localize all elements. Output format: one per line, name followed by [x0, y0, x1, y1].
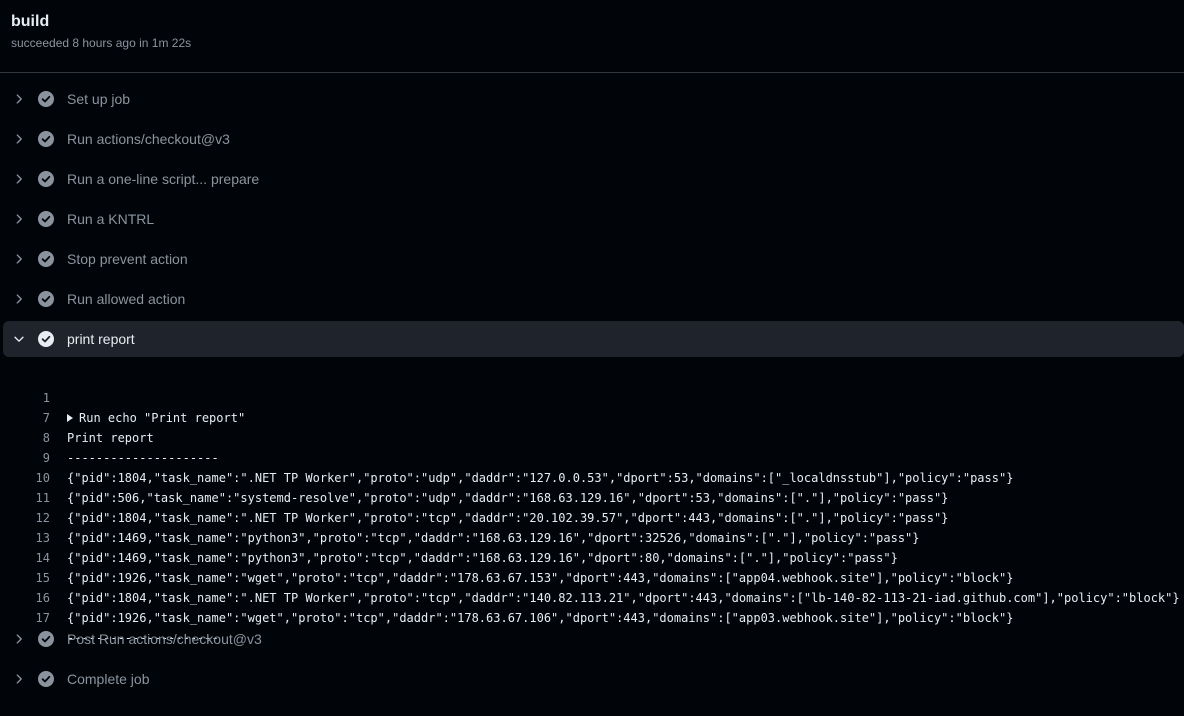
step-run-allowed-action[interactable]: Run allowed action: [3, 281, 1184, 317]
job-title: build: [11, 13, 50, 30]
step-run-kntrl[interactable]: Run a KNTRL: [3, 201, 1184, 237]
log-line: 7 Print report: [0, 388, 1184, 445]
check-circle-icon: [38, 291, 54, 307]
step-label: print report: [67, 331, 135, 347]
check-circle-icon: [38, 171, 54, 187]
check-circle-icon: [38, 91, 54, 107]
step-label: Run a KNTRL: [67, 211, 155, 227]
check-circle-icon: [38, 331, 54, 347]
step-label: Stop prevent action: [67, 251, 188, 267]
step-label: Run actions/checkout@v3: [67, 131, 230, 147]
check-circle-icon: [38, 211, 54, 227]
step-complete-job[interactable]: Complete job: [3, 661, 1184, 697]
step-post-run-checkout[interactable]: Post Run actions/checkout@v3: [3, 621, 1184, 657]
chevron-right-icon: [16, 674, 22, 684]
step-print-report[interactable]: print report: [3, 321, 1184, 357]
check-circle-icon: [38, 671, 54, 687]
chevron-right-icon: [16, 134, 22, 144]
check-circle-icon: [38, 251, 54, 267]
log-line: 8 ---------------------: [0, 408, 1184, 465]
log-output: 1 Run echo "Print report" 7 Print report…: [0, 368, 1184, 645]
step-label: Complete job: [67, 671, 150, 687]
log-line: 12 {"pid":1469,"task_name":"python3","pr…: [0, 488, 1184, 545]
log-line: 17 ---------------------: [0, 588, 1184, 645]
check-circle-icon: [38, 131, 54, 147]
step-set-up-job[interactable]: Set up job: [3, 81, 1184, 117]
job-header: build succeeded 8 hours ago in 1m 22s: [0, 0, 1184, 73]
job-status-meta: succeeded 8 hours ago in 1m 22s: [11, 36, 192, 50]
log-line: 10 {"pid":506,"task_name":"systemd-resol…: [0, 448, 1184, 505]
chevron-right-icon: [16, 94, 22, 104]
step-label: Set up job: [67, 91, 131, 107]
log-line: 9 {"pid":1804,"task_name":".NET TP Worke…: [0, 428, 1184, 485]
log-line: 13 {"pid":1469,"task_name":"python3","pr…: [0, 508, 1184, 565]
step-label: Run allowed action: [67, 291, 186, 307]
log-line: 16 {"pid":1926,"task_name":"wget","proto…: [0, 568, 1184, 625]
step-label: Run a one-line script... prepare: [67, 171, 260, 187]
chevron-right-icon: [16, 634, 22, 644]
log-line[interactable]: 1 Run echo "Print report": [0, 368, 1184, 425]
chevron-right-icon: [16, 174, 22, 184]
chevron-down-icon: [14, 336, 24, 342]
chevron-right-icon: [16, 254, 22, 264]
chevron-right-icon: [16, 214, 22, 224]
log-line: 11 {"pid":1804,"task_name":".NET TP Work…: [0, 468, 1184, 525]
log-line: 15 {"pid":1804,"task_name":".NET TP Work…: [0, 548, 1184, 605]
step-run-prepare[interactable]: Run a one-line script... prepare: [3, 161, 1184, 197]
chevron-right-icon: [16, 294, 22, 304]
log-line: 14 {"pid":1926,"task_name":"wget","proto…: [0, 528, 1184, 585]
step-run-checkout[interactable]: Run actions/checkout@v3: [3, 121, 1184, 157]
step-label: Post Run actions/checkout@v3: [67, 631, 262, 647]
check-circle-icon: [38, 631, 54, 647]
step-stop-prevent-action[interactable]: Stop prevent action: [3, 241, 1184, 277]
